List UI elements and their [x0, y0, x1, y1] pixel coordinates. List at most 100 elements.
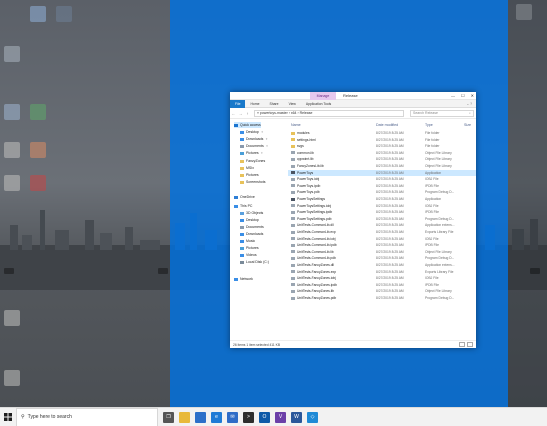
nav-item[interactable]: Downloads ✦	[240, 136, 268, 142]
computer-icon	[234, 204, 238, 208]
nav-item[interactable]: Desktop	[240, 217, 259, 223]
file-row[interactable]: PowerToys.iobj 8/27/2019 8:25 AM IOBJ File	[288, 176, 476, 182]
nav-item[interactable]: Network	[234, 276, 253, 282]
expand-ribbon-icon[interactable]: ⌄ ?	[466, 102, 472, 106]
file-row[interactable]: UnitTests-CommonLib.ipdb 8/27/2019 8:25 A…	[288, 242, 476, 248]
word-icon[interactable]: W	[291, 411, 302, 423]
terminal-icon[interactable]: >	[243, 411, 254, 423]
nav-item[interactable]: This PC	[234, 203, 252, 209]
file-row[interactable]: PowerToysSettings.iobj 8/27/2019 8:25 AM I…	[288, 203, 476, 209]
desktop-shortcut-icon[interactable]	[516, 4, 532, 20]
details-view-button[interactable]	[459, 342, 465, 347]
tab-view[interactable]: View	[284, 100, 301, 108]
zone-grid-marker	[158, 268, 168, 274]
edge-icon[interactable]: e	[211, 411, 222, 423]
file-row[interactable]: FancyZonesLib.lib 8/27/2019 8:25 AM Object…	[288, 163, 476, 169]
maximize-button[interactable]: ☐	[461, 92, 465, 100]
file-row[interactable]: cppwinrt.lib 8/27/2019 8:25 AM Object File…	[288, 156, 476, 162]
file-icon	[291, 296, 295, 300]
taskbar-search-box[interactable]: ⚲ Type here to search	[16, 407, 158, 426]
tab-application-tools[interactable]: Application Tools	[301, 100, 336, 108]
desktop-shortcut-icon[interactable]	[30, 104, 46, 120]
nav-item[interactable]: 3D Objects	[240, 210, 263, 216]
file-icon	[291, 131, 295, 135]
nav-item[interactable]: Videos	[240, 252, 257, 258]
mail-icon[interactable]: ✉	[227, 411, 238, 423]
tab-share[interactable]: Share	[265, 100, 284, 108]
file-row[interactable]: modules 8/27/2019 8:25 AM File folder	[288, 130, 476, 136]
file-row[interactable]: UnitTests-FancyZones.iobj 8/27/2019 8:25 …	[288, 275, 476, 281]
nav-item[interactable]: Local Disk (C:)	[240, 259, 269, 265]
column-header-type[interactable]: Type	[425, 123, 433, 127]
file-explorer-icon[interactable]	[179, 411, 190, 423]
file-type: Program Debug D...	[425, 216, 455, 221]
file-row[interactable]: PowerToys.pdb 8/27/2019 8:25 AM Program De…	[288, 189, 476, 195]
desktop-shortcut-icon[interactable]	[4, 142, 20, 158]
tab-home[interactable]: Home	[245, 100, 264, 108]
file-row[interactable]: UnitTests-CommonLib.dll 8/27/2019 8:25 AM…	[288, 222, 476, 228]
nav-item[interactable]: FanzyZones	[240, 158, 265, 164]
large-icons-view-button[interactable]	[467, 342, 473, 347]
task-view-icon[interactable]: ❐	[163, 411, 174, 423]
file-row[interactable]: PowerToysSettings.pdb 8/27/2019 8:25 AM Pr…	[288, 216, 476, 222]
tab-file[interactable]: File	[230, 99, 246, 108]
visual-studio-icon[interactable]: V	[275, 411, 286, 423]
file-row[interactable]: UnitTests-CommonLib.pdb 8/27/2019 8:25 AM…	[288, 255, 476, 261]
folder-icon	[240, 180, 244, 184]
nav-item[interactable]: Downloads	[240, 231, 263, 237]
file-row[interactable]: UnitTests-CommonLib.exp 8/27/2019 8:25 AM…	[288, 229, 476, 235]
desktop-shortcut-icon[interactable]	[30, 6, 46, 22]
file-row[interactable]: UnitTests-FancyZones.dll 8/27/2019 8:25 A…	[288, 262, 476, 268]
column-header-date[interactable]: Date modified	[376, 123, 398, 127]
desktop-shortcut-icon[interactable]	[4, 370, 20, 386]
file-row[interactable]: svgs 8/27/2019 8:25 AM File folder	[288, 143, 476, 149]
file-explorer-window[interactable]: Manage Release — ☐ ✕ File Home Share Vie…	[230, 92, 476, 348]
file-row[interactable]: UnitTests-FancyZones.exp 8/27/2019 8:25 A…	[288, 269, 476, 275]
nav-item[interactable]: Music	[240, 238, 255, 244]
file-icon	[291, 151, 295, 155]
nav-item[interactable]: MSIx	[240, 165, 254, 171]
back-arrow-icon[interactable]: ←	[230, 111, 237, 116]
nav-item[interactable]: Pictures	[240, 245, 259, 251]
nav-item[interactable]: Screenshots	[240, 179, 265, 185]
file-list: Name Date modified Type Size modules 8/27…	[288, 120, 476, 340]
file-row[interactable]: UnitTests-FancyZones.lib 8/27/2019 8:25 A…	[288, 288, 476, 294]
file-name: common.lib	[297, 150, 314, 155]
vs-code-icon[interactable]: ◇	[307, 411, 318, 423]
file-row[interactable]: UnitTests-CommonLib.lib 8/27/2019 8:25 AM…	[288, 249, 476, 255]
desktop-shortcut-icon[interactable]	[4, 104, 20, 120]
file-row[interactable]: UnitTests-CommonLib.iobj 8/27/2019 8:25 A…	[288, 236, 476, 242]
minimize-button[interactable]: —	[451, 92, 455, 100]
nav-item[interactable]: Documents	[240, 224, 264, 230]
file-row[interactable]: UnitTests-FancyZones.pdb 8/27/2019 8:25 A…	[288, 295, 476, 301]
file-row[interactable]: settings-html 8/27/2019 8:25 AM File folde…	[288, 137, 476, 143]
start-button[interactable]	[0, 408, 16, 426]
desktop-shortcut-icon[interactable]	[30, 142, 46, 158]
search-box[interactable]: Search Release ⌕	[410, 109, 474, 117]
desktop-shortcut-icon[interactable]	[56, 6, 72, 22]
file-row[interactable]: PowerToys.ipdb 8/27/2019 8:25 AM IPDB File	[288, 183, 476, 189]
nav-item[interactable]: Pictures ✦	[240, 150, 263, 156]
nav-item[interactable]: Documents ✦	[240, 143, 268, 149]
outlook-icon[interactable]: O	[259, 411, 270, 423]
desktop-shortcut-icon[interactable]	[4, 310, 20, 326]
up-arrow-icon[interactable]: ↑	[244, 111, 251, 116]
file-row[interactable]: PowerToys 8/27/2019 8:25 AM Application	[288, 169, 476, 176]
file-row[interactable]: PowerToysSettings 8/27/2019 8:25 AM Applic…	[288, 196, 476, 202]
file-row[interactable]: PowerToysSettings.ipdb 8/27/2019 8:25 AM I…	[288, 209, 476, 215]
forward-arrow-icon[interactable]: →	[237, 111, 244, 116]
store-icon[interactable]	[195, 411, 206, 423]
nav-item[interactable]: Quick access	[234, 122, 261, 128]
file-row[interactable]: common.lib 8/27/2019 8:25 AM Object File L…	[288, 150, 476, 156]
column-header-size[interactable]: Size	[464, 123, 471, 127]
desktop-shortcut-icon[interactable]	[4, 175, 20, 191]
nav-item[interactable]: Pictures	[240, 172, 259, 178]
desktop-shortcut-icon[interactable]	[30, 175, 46, 191]
column-header-name[interactable]: Name	[291, 123, 301, 127]
nav-item[interactable]: Desktop ✦	[240, 129, 263, 135]
desktop-shortcut-icon[interactable]	[4, 46, 20, 62]
nav-item[interactable]: OneDrive	[234, 194, 255, 200]
address-bar[interactable]: « powertoys-master › x64 › Release	[254, 109, 404, 117]
file-row[interactable]: UnitTests-FancyZones.ipdb 8/27/2019 8:25 …	[288, 282, 476, 288]
close-button[interactable]: ✕	[471, 92, 474, 100]
